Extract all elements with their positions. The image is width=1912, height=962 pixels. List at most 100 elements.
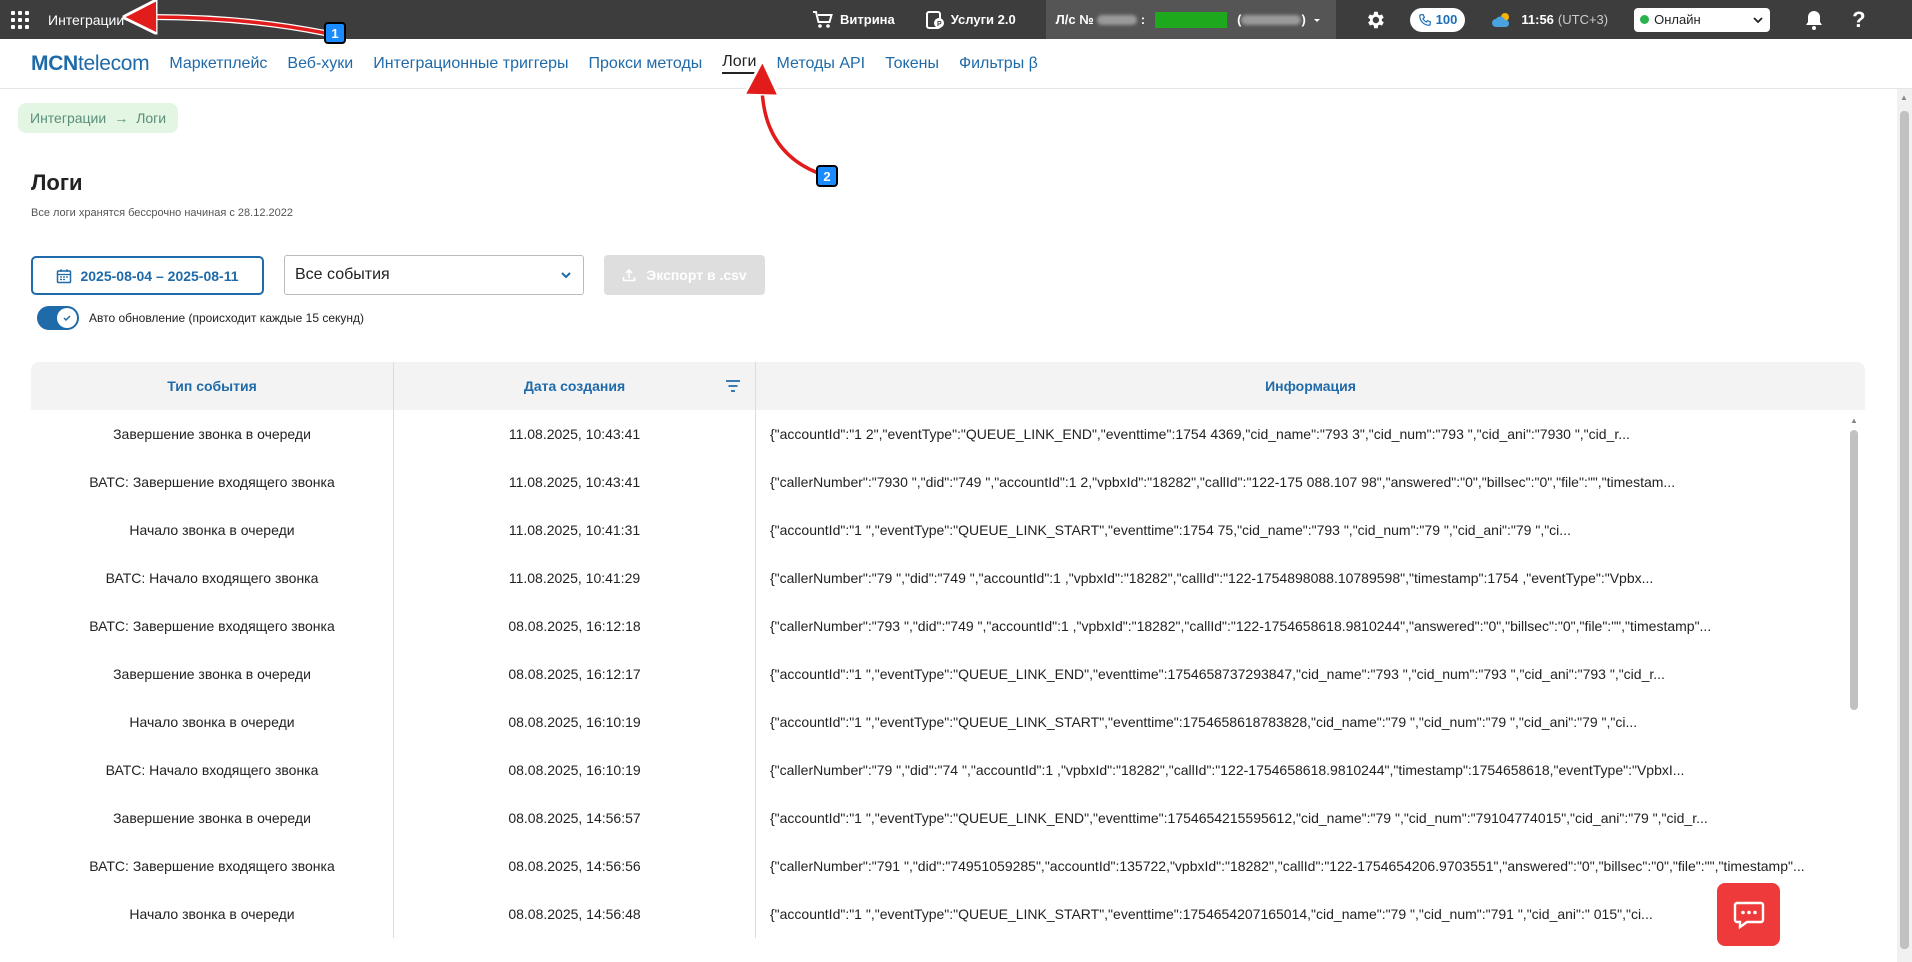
cell-event-type: Начало звонка в очереди — [31, 698, 394, 746]
cell-info-wrap: {"accountId":"1 2","eventType":"QUEUE_LI… — [756, 410, 1865, 458]
page-scrollbar[interactable]: ▲ — [1897, 89, 1912, 962]
apps-grid-icon[interactable] — [0, 0, 40, 39]
cell-created-date: 08.08.2025, 14:56:56 — [394, 842, 756, 890]
cell-info-wrap: {"accountId":"1 ","eventType":"QUEUE_LIN… — [756, 650, 1865, 698]
cell-info-wrap: {"callerNumber":"79 ","did":"749 ","acco… — [756, 554, 1865, 602]
date-range-button[interactable]: 2025-08-04 – 2025-08-11 — [31, 256, 264, 295]
cell-event-type: Начало звонка в очереди — [31, 890, 394, 938]
table-row[interactable]: Начало звонка в очереди 08.08.2025, 14:56… — [31, 890, 1865, 938]
chat-button[interactable] — [1717, 883, 1780, 946]
nav-link-integration-triggers[interactable]: Интеграционные триггеры — [373, 55, 568, 73]
table-row[interactable]: ВАТС: Завершение входящего звонка 11.08.2… — [31, 458, 1865, 506]
cell-created-date: 08.08.2025, 14:56:57 — [394, 794, 756, 842]
check-icon — [63, 315, 71, 322]
cell-info-wrap: {"accountId":"1 ","eventType":"QUEUE_LIN… — [756, 698, 1865, 746]
cell-info: {"callerNumber":"791 ","did":"7495105928… — [770, 858, 1805, 874]
export-csv-button[interactable]: Экспорт в .csv — [604, 255, 765, 295]
account-sep: : — [1140, 12, 1146, 27]
cell-event-type: Завершение звонка в очереди — [31, 794, 394, 842]
gear-icon[interactable] — [1364, 9, 1386, 31]
table-scrollbar-thumb[interactable] — [1850, 430, 1858, 710]
table-row[interactable]: Начало звонка в очереди 08.08.2025, 16:10… — [31, 698, 1865, 746]
phone-icon — [1418, 13, 1431, 26]
page-subtitle: Все логи хранятся бессрочно начиная с 28… — [31, 207, 293, 219]
column-header-info[interactable]: Информация — [756, 362, 1865, 410]
auto-update-toggle[interactable] — [37, 306, 79, 330]
cell-info-wrap: {"callerNumber":"7930 ","did":"749 ","ac… — [756, 458, 1865, 506]
cell-event-type: ВАТС: Начало входящего звонка — [31, 554, 394, 602]
nav-link-logs[interactable]: Логи — [722, 53, 757, 74]
cell-info-wrap: {"accountId":"1 ","eventType":"QUEUE_LIN… — [756, 890, 1865, 938]
cell-event-type: ВАТС: Завершение входящего звонка — [31, 458, 394, 506]
cell-created-date: 08.08.2025, 14:56:48 — [394, 890, 756, 938]
table-row[interactable]: Завершение звонка в очереди 08.08.2025, 1… — [31, 794, 1865, 842]
chevron-down-icon — [1753, 16, 1763, 23]
table-row[interactable]: ВАТС: Завершение входящего звонка 08.08.2… — [31, 842, 1865, 890]
export-csv-label: Экспорт в .csv — [646, 267, 747, 283]
clock: 11:56 (UTC+3) — [1491, 11, 1608, 29]
help-icon[interactable]: ? — [1852, 7, 1865, 33]
nav-link-webhooks[interactable]: Веб-хуки — [287, 55, 353, 73]
cell-created-date: 08.08.2025, 16:12:17 — [394, 650, 756, 698]
annotation-badge-1: 1 — [324, 22, 346, 44]
services-link[interactable]: P Услуги 2.0 — [925, 10, 1016, 30]
account-balance-bar — [1155, 11, 1228, 28]
table-row[interactable]: Завершение звонка в очереди 11.08.2025, 1… — [31, 410, 1865, 458]
table-row[interactable]: Начало звонка в очереди 11.08.2025, 10:41… — [31, 506, 1865, 554]
vitrina-link[interactable]: Витрина — [812, 10, 895, 30]
nav-link-marketplace[interactable]: Маркетплейс — [169, 55, 267, 73]
table-row[interactable]: ВАТС: Завершение входящего звонка 08.08.2… — [31, 602, 1865, 650]
cell-event-type: Завершение звонка в очереди — [31, 410, 394, 458]
column-header-created-date[interactable]: Дата создания — [394, 362, 756, 410]
weather-cloud-icon — [1492, 12, 1510, 27]
column-header-created-date-label: Дата создания — [523, 378, 626, 394]
scroll-up-icon[interactable]: ▲ — [1850, 416, 1858, 425]
account-name-blurred — [1241, 14, 1302, 25]
calls-count: 100 — [1435, 12, 1458, 27]
account-number-blurred — [1096, 14, 1137, 25]
cell-created-date: 08.08.2025, 16:12:18 — [394, 602, 756, 650]
event-filter-select[interactable]: Все события — [284, 255, 584, 295]
cell-info: {"accountId":"1 ","eventType":"QUEUE_LIN… — [770, 906, 1653, 922]
nav-link-filters[interactable]: Фильтры β — [959, 55, 1038, 73]
page-scrollbar-thumb[interactable] — [1900, 111, 1909, 949]
logo-bold: MCN — [31, 51, 78, 75]
logo-rest: telecom — [77, 51, 150, 75]
chevron-down-icon — [561, 272, 571, 279]
calls-counter[interactable]: 100 — [1409, 7, 1466, 32]
annotation-badge-2: 2 — [816, 165, 838, 187]
upload-icon — [622, 268, 636, 282]
table-row[interactable]: Завершение звонка в очереди 08.08.2025, 1… — [31, 650, 1865, 698]
account-selector[interactable]: Л/с № : ( ) — [1045, 0, 1336, 39]
table-scrollbar[interactable]: ▲ — [1849, 410, 1859, 962]
column-header-event-type[interactable]: Тип события — [31, 362, 394, 410]
status-select[interactable]: Онлайн — [1634, 7, 1771, 32]
breadcrumb-current: Логи — [136, 110, 167, 126]
table-body: Завершение звонка в очереди 11.08.2025, 1… — [31, 410, 1865, 938]
table-row[interactable]: ВАТС: Начало входящего звонка 11.08.2025,… — [31, 554, 1865, 602]
logo[interactable]: MCNtelecom — [31, 51, 150, 76]
breadcrumb-arrow-icon: → — [114, 110, 129, 126]
main-nav: MCNtelecom Маркетплейс Веб-хуки Интеграц… — [0, 39, 1912, 89]
cell-info-wrap: {"callerNumber":"79 ","did":"74 ","accou… — [756, 746, 1865, 794]
svg-text:P: P — [937, 21, 942, 28]
scroll-up-icon[interactable]: ▲ — [1900, 93, 1908, 102]
nav-link-tokens[interactable]: Токены — [885, 55, 939, 73]
calendar-icon — [57, 268, 72, 283]
cell-info: {"callerNumber":"7930 ","did":"749 ","ac… — [770, 474, 1676, 490]
nav-link-api-methods[interactable]: Методы API — [776, 55, 865, 73]
bell-icon[interactable] — [1804, 9, 1824, 31]
table-row[interactable]: ВАТС: Начало входящего звонка 08.08.2025,… — [31, 746, 1865, 794]
nav-link-proxy-methods[interactable]: Прокси методы — [589, 55, 703, 73]
cell-info: {"callerNumber":"793 ","did":"749 ","acc… — [770, 618, 1712, 634]
table-header: Тип события Дата создания Информация — [31, 362, 1865, 410]
top-bar: Интеграции Витрина P Услуги 2.0 Л/с № : … — [0, 0, 1912, 39]
cell-info-wrap: {"callerNumber":"793 ","did":"749 ","acc… — [756, 602, 1865, 650]
status-dot — [1640, 15, 1650, 24]
time-value: 11:56 — [1521, 12, 1554, 27]
breadcrumb-parent[interactable]: Интеграции — [30, 110, 106, 126]
cell-info-wrap: {"accountId":"1 ","eventType":"QUEUE_LIN… — [756, 506, 1865, 554]
top-bar-title: Интеграции — [48, 11, 125, 28]
cell-created-date: 08.08.2025, 16:10:19 — [394, 698, 756, 746]
filter-icon[interactable] — [725, 379, 741, 393]
